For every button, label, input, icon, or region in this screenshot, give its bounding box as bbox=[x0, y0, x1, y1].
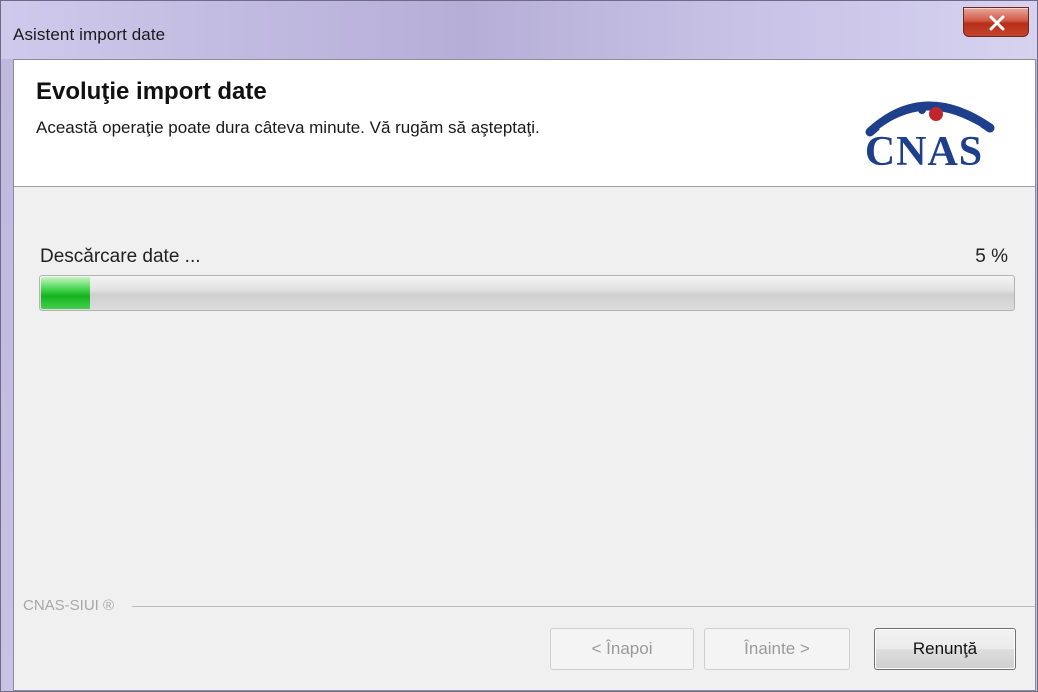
progress-percent-label: 5 % bbox=[975, 246, 1008, 267]
page-title: Evoluţie import date bbox=[36, 78, 267, 105]
next-button[interactable]: Înainte > bbox=[704, 628, 850, 670]
progress-status-label: Descărcare date ... bbox=[40, 246, 201, 267]
cancel-button[interactable]: Renunţă bbox=[874, 628, 1016, 670]
back-button[interactable]: < Înapoi bbox=[550, 628, 694, 670]
dialog-window: Asistent import date Evoluţie import dat… bbox=[0, 0, 1038, 692]
cnas-logo: CNAS bbox=[840, 88, 1008, 178]
footer-brand: CNAS-SIUI ® bbox=[23, 597, 115, 614]
wizard-client-area: Evoluţie import date Această operaţie po… bbox=[13, 59, 1036, 691]
title-bar[interactable]: Asistent import date bbox=[1, 1, 1037, 59]
close-button[interactable] bbox=[963, 7, 1029, 37]
logo-text: CNAS bbox=[864, 129, 984, 175]
close-icon bbox=[989, 15, 1005, 31]
wizard-header: Evoluţie import date Această operaţie po… bbox=[14, 60, 1035, 187]
progress-bar bbox=[39, 275, 1015, 311]
window-title: Asistent import date bbox=[13, 25, 166, 44]
footer-divider bbox=[132, 606, 1035, 607]
page-subtitle: Această operaţie poate dura câteva minut… bbox=[36, 118, 540, 137]
progress-bar-fill bbox=[41, 277, 90, 309]
